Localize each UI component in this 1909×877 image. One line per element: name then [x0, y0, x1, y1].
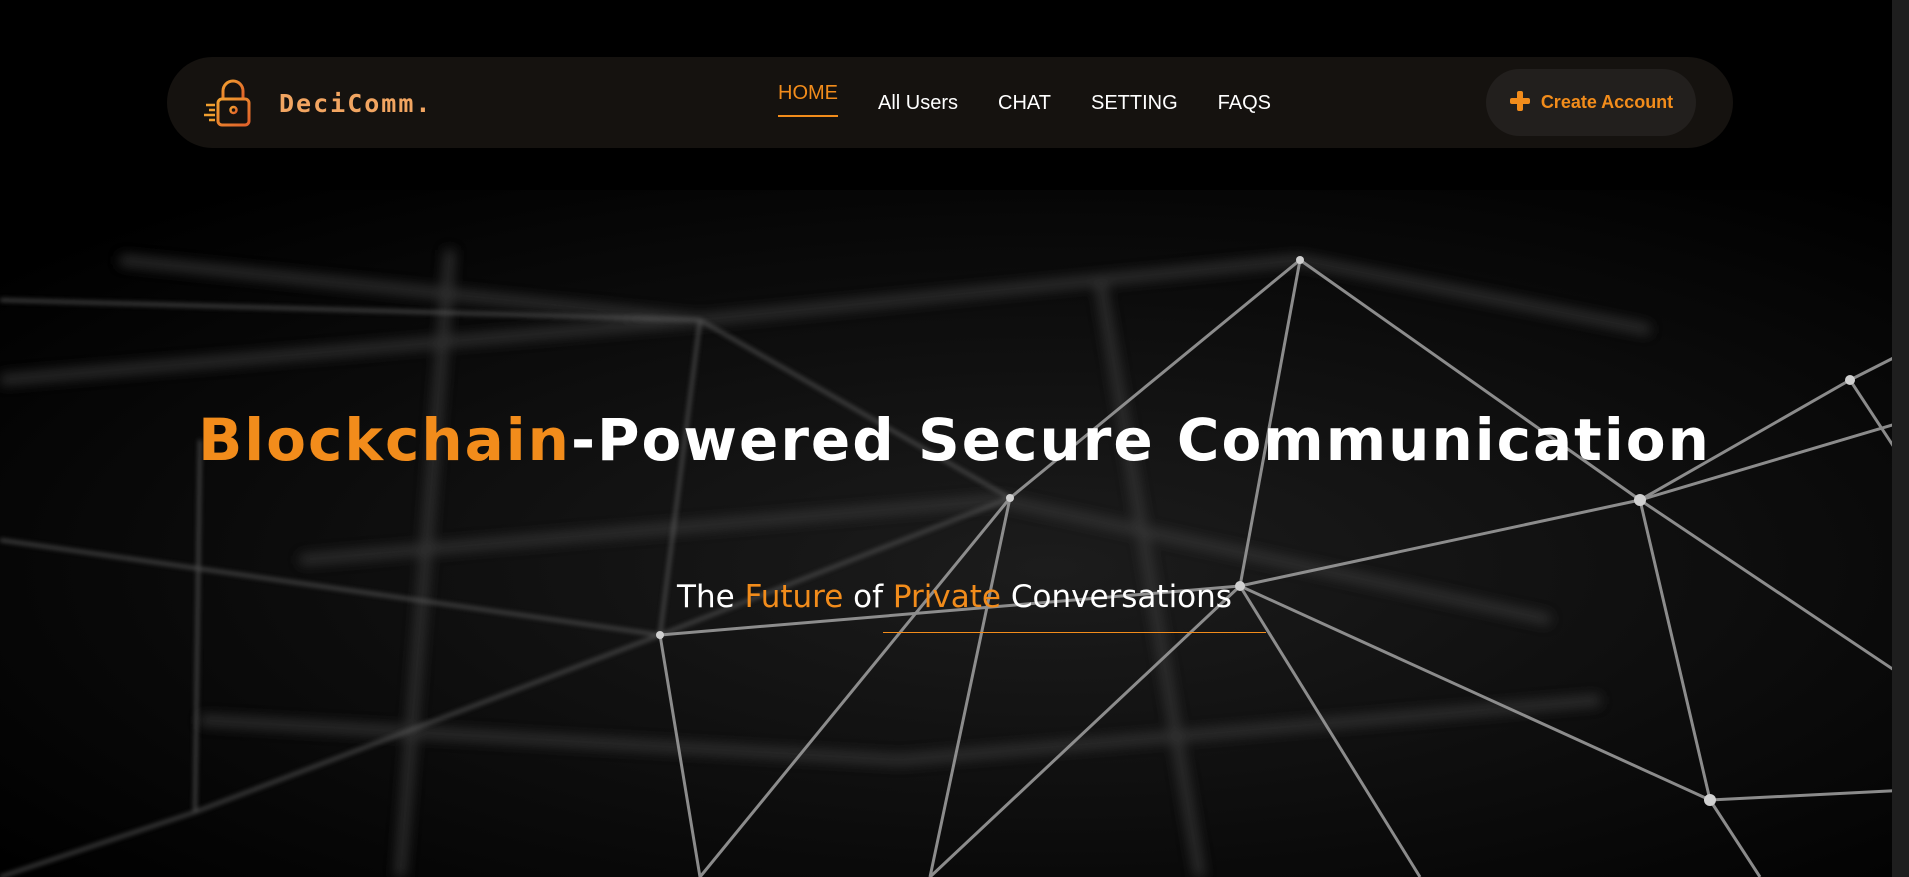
nav-chat[interactable]: CHAT: [998, 93, 1051, 113]
main-nav: HOME All Users CHAT SETTING FAQS: [778, 57, 1271, 148]
hero-subtitle-accent-word: Future: [744, 579, 844, 615]
hero-subtitle-word: Conversations: [1010, 579, 1232, 615]
plus-icon: [1509, 90, 1531, 115]
hero-title-accent: Blockchain: [198, 406, 571, 474]
hero-subtitle-accent-word: Private: [892, 579, 1001, 615]
nav-faqs[interactable]: FAQS: [1218, 93, 1271, 113]
hero-subtitle: The Future of Private Conversations: [0, 577, 1909, 617]
hero-title: Blockchain-Powered Secure Communication: [0, 405, 1909, 475]
brand-home-link[interactable]: DeciComm.: [203, 77, 432, 129]
hero-divider: [883, 632, 1266, 633]
create-account-label: Create Account: [1540, 92, 1674, 112]
create-account-button[interactable]: Create Account: [1486, 69, 1696, 136]
hero-title-rest: -Powered Secure Communication: [570, 406, 1711, 474]
brand-name: DeciComm.: [279, 88, 433, 118]
nav-all-users[interactable]: All Users: [878, 93, 958, 113]
hero-subtitle-word: of: [853, 579, 884, 615]
nav-setting[interactable]: SETTING: [1091, 93, 1178, 113]
page: DeciComm. HOME All Users CHAT SETTING FA…: [0, 0, 1909, 877]
hero-subtitle-word: The: [677, 579, 735, 615]
nav-home[interactable]: HOME: [778, 83, 838, 117]
padlock-icon: [203, 77, 255, 129]
top-navbar: DeciComm. HOME All Users CHAT SETTING FA…: [167, 57, 1733, 148]
